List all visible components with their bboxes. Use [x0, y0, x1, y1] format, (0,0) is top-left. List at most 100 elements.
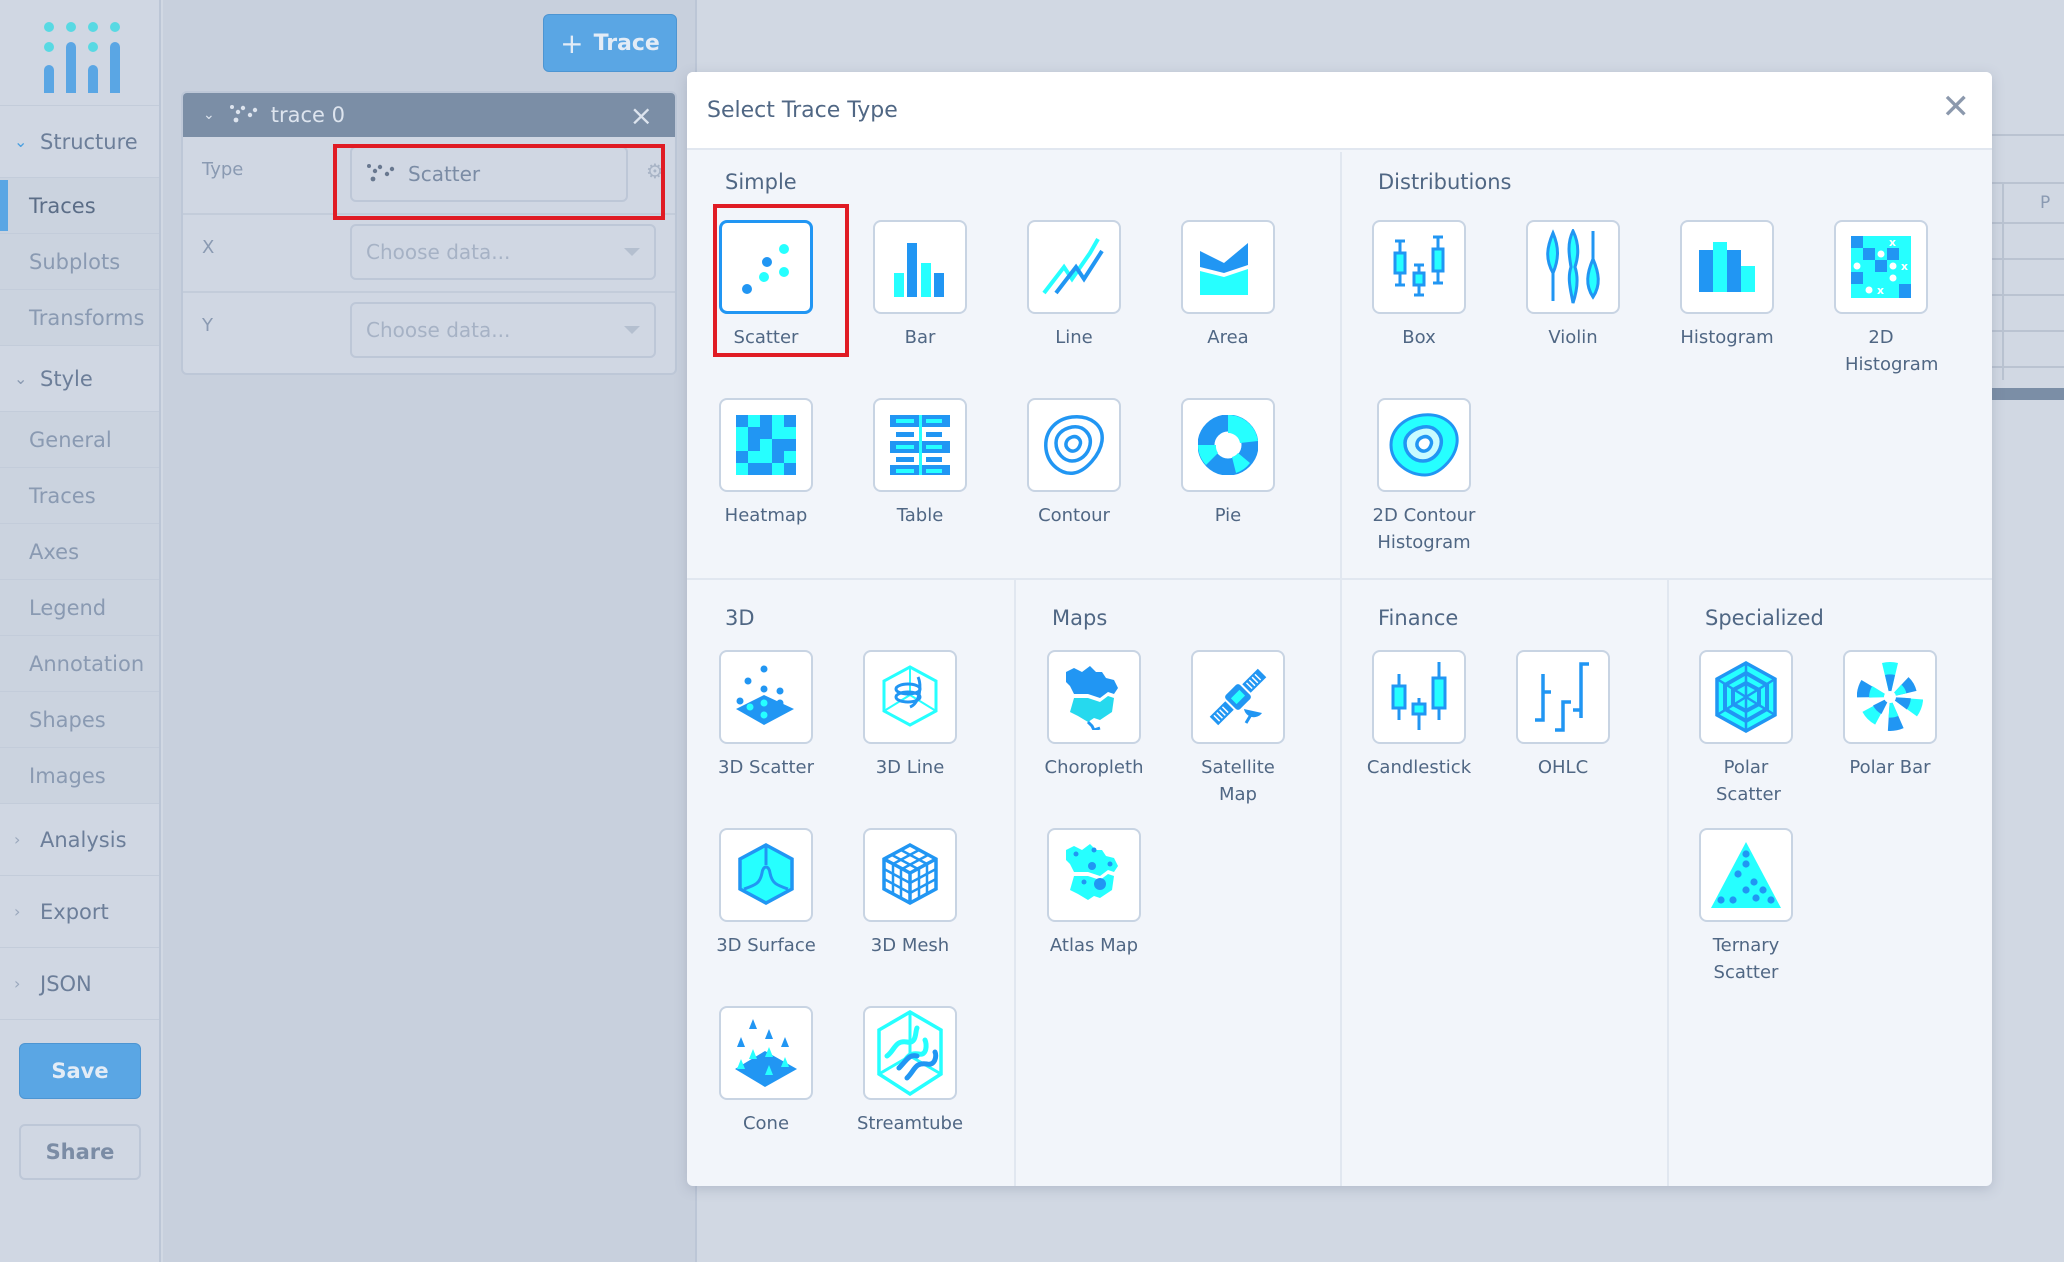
sidebar-item-general[interactable]: General	[0, 412, 159, 468]
scatter-tile-highlight	[713, 204, 849, 357]
add-trace-button[interactable]: + Trace	[543, 14, 677, 72]
trace-name: trace 0	[270, 103, 345, 127]
section-title-specialized: Specialized	[1705, 606, 1824, 630]
x-row: X Choose data...	[183, 215, 675, 293]
polar-bar-icon	[1843, 650, 1937, 744]
close-icon[interactable]: ✕	[1942, 90, 1971, 124]
section-divider	[1667, 578, 1669, 1186]
trace-type-label: Polar Bar	[1849, 757, 1931, 778]
table-icon	[873, 398, 967, 492]
trace-type-box[interactable]: Box	[1359, 220, 1479, 351]
ohlc-icon	[1516, 650, 1610, 744]
trace-type-choropleth[interactable]: Choropleth	[1034, 650, 1154, 781]
trace-type-label: 3D Line	[875, 757, 945, 778]
trace-type-3d-scatter[interactable]: 3D Scatter	[706, 650, 826, 781]
trace-type-label: Heatmap	[724, 505, 808, 526]
trace-type-3d-line[interactable]: 3D Line	[850, 650, 970, 781]
sidebar-item-images[interactable]: Images	[0, 748, 159, 804]
sheet-gridline	[1992, 330, 2064, 332]
sidebar-item-transforms[interactable]: Transforms	[0, 290, 159, 346]
line-icon	[1027, 220, 1121, 314]
trace-type-streamtube[interactable]: Streamtube	[850, 1006, 970, 1137]
sidebar-group-label: Style	[40, 366, 93, 391]
sidebar-item-subplots[interactable]: Subplots	[0, 234, 159, 290]
trace-type-table[interactable]: Table	[860, 398, 980, 529]
trace-type-violin[interactable]: Violin	[1513, 220, 1633, 351]
trace-type-line[interactable]: Line	[1014, 220, 1134, 351]
sidebar-group-json[interactable]: › JSON	[0, 948, 159, 1020]
trace-header[interactable]: ⌄ trace 0 ×	[183, 93, 675, 137]
3d-line-icon	[863, 650, 957, 744]
caret-down-icon	[624, 248, 640, 256]
sidebar-item-label: Annotation	[29, 651, 145, 676]
3d-surface-icon	[719, 828, 813, 922]
modal-header: Select Trace Type ✕	[687, 72, 1992, 150]
sidebar-item-label: Legend	[29, 595, 107, 620]
sidebar-group-label: JSON	[40, 971, 92, 996]
sidebar-group-analysis[interactable]: › Analysis	[0, 804, 159, 876]
trace-type-ternary-scatter[interactable]: Ternary Scatter	[1686, 828, 1806, 986]
sidebar-item-label: Shapes	[29, 707, 106, 732]
trace-type-3d-surface[interactable]: 3D Surface	[706, 828, 826, 959]
sidebar-item-label: Traces	[29, 483, 96, 508]
trace-type-label: 2D Histogram	[1845, 327, 1939, 375]
trace-type-label: Ternary Scatter	[1712, 935, 1780, 983]
trace-type-2d-histogram[interactable]: x x x 2D Histogram	[1821, 220, 1941, 378]
trace-type-label: 3D Mesh	[870, 935, 950, 956]
scatter-icon	[229, 103, 259, 128]
svg-text:x: x	[1901, 260, 1908, 273]
trace-type-satellite-map[interactable]: Satellite Map	[1178, 650, 1298, 808]
trace-type-label: Violin	[1548, 327, 1598, 348]
y-data-dropdown[interactable]: Choose data...	[350, 302, 656, 358]
trace-type-polar-bar[interactable]: Polar Bar	[1830, 650, 1950, 781]
section-title-3d: 3D	[725, 606, 755, 630]
trace-type-label: Bar	[904, 327, 936, 348]
ternary-scatter-icon	[1699, 828, 1793, 922]
trace-type-label: Table	[896, 505, 944, 526]
section-title-simple: Simple	[725, 170, 797, 194]
chevron-down-icon: ⌄	[203, 107, 215, 123]
contour-icon	[1027, 398, 1121, 492]
trace-type-area[interactable]: Area	[1168, 220, 1288, 351]
save-button[interactable]: Save	[19, 1043, 141, 1099]
x-data-dropdown[interactable]: Choose data...	[350, 224, 656, 280]
sheet-gridline	[1992, 134, 2064, 136]
trace-type-heatmap[interactable]: Heatmap	[706, 398, 826, 529]
sheet-gridline	[2002, 182, 2004, 380]
share-button[interactable]: Share	[19, 1124, 141, 1180]
sidebar-item-style-traces[interactable]: Traces	[0, 468, 159, 524]
sheet-scrollbar[interactable]	[1992, 388, 2064, 400]
trace-type-cone[interactable]: Cone	[706, 1006, 826, 1137]
y-placeholder: Choose data...	[366, 318, 511, 342]
caret-down-icon	[624, 326, 640, 334]
trace-type-pie[interactable]: Pie	[1168, 398, 1288, 529]
sidebar-item-legend[interactable]: Legend	[0, 580, 159, 636]
choropleth-icon	[1047, 650, 1141, 744]
trace-type-contour[interactable]: Contour	[1014, 398, 1134, 529]
sidebar-group-export[interactable]: › Export	[0, 876, 159, 948]
cone-icon	[719, 1006, 813, 1100]
sidebar-group-style[interactable]: ⌄ Style	[0, 346, 159, 412]
sidebar-group-structure[interactable]: ⌄ Structure	[0, 106, 159, 178]
sidebar-item-annotation[interactable]: Annotation	[0, 636, 159, 692]
heatmap-icon	[719, 398, 813, 492]
trace-type-bar[interactable]: Bar	[860, 220, 980, 351]
close-icon[interactable]: ×	[630, 99, 653, 132]
type-label: Type	[202, 159, 244, 180]
sidebar-item-traces[interactable]: Traces	[0, 178, 159, 234]
trace-type-label: Box	[1402, 327, 1436, 348]
trace-type-label: Cone	[742, 1113, 790, 1134]
polar-scatter-icon	[1699, 650, 1793, 744]
sidebar-item-axes[interactable]: Axes	[0, 524, 159, 580]
trace-type-atlas-map[interactable]: Atlas Map	[1034, 828, 1154, 959]
trace-type-ohlc[interactable]: OHLC	[1503, 650, 1623, 781]
trace-type-3d-mesh[interactable]: 3D Mesh	[850, 828, 970, 959]
trace-type-label: Candlestick	[1366, 757, 1472, 778]
trace-type-histogram[interactable]: Histogram	[1667, 220, 1787, 351]
trace-type-polar-scatter[interactable]: Polar Scatter	[1686, 650, 1806, 808]
trace-type-label: Polar Scatter	[1716, 757, 1781, 805]
bar-icon	[873, 220, 967, 314]
sidebar-item-shapes[interactable]: Shapes	[0, 692, 159, 748]
trace-type-candlestick[interactable]: Candlestick	[1359, 650, 1479, 781]
trace-type-2d-contour-histogram[interactable]: 2D Contour Histogram	[1359, 398, 1489, 556]
